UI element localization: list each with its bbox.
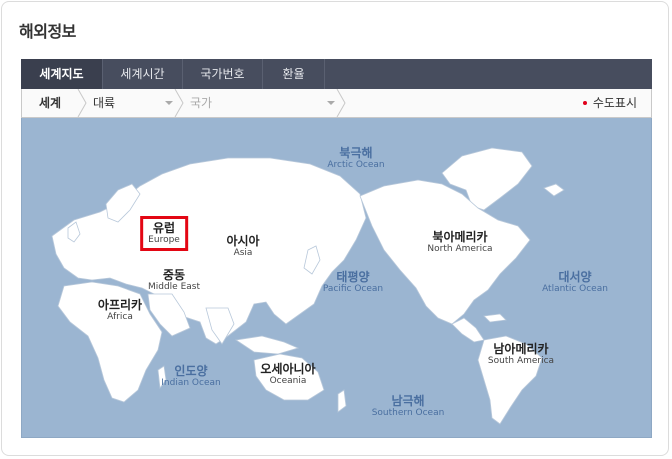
continent-africa-label: 아프리카 <box>97 298 143 312</box>
capital-toggle[interactable]: 수도표시 <box>582 89 637 117</box>
caribbean-shape <box>483 313 507 323</box>
continent-asia-label: 아시아 <box>226 234 260 248</box>
continent-asia-sublabel: Asia <box>233 248 253 258</box>
ocean-arctic: 북극해 Arctic Ocean <box>327 146 384 171</box>
tab-world-time[interactable]: 세계시간 <box>103 59 183 89</box>
ocean-southern-sublabel: Southern Ocean <box>371 408 445 418</box>
breadcrumb-separator-icon <box>174 89 184 117</box>
continent-north-america[interactable]: 북아메리카 North America <box>427 230 492 255</box>
capital-toggle-label: 수도표시 <box>592 96 637 110</box>
ocean-indian: 인도양 Indian Ocean <box>161 364 220 389</box>
continent-south-america-label: 남아메리카 <box>493 342 549 356</box>
breadcrumb-separator-icon <box>336 89 346 117</box>
continent-north-america-sublabel: North America <box>427 244 493 254</box>
continent-asia[interactable]: 아시아 Asia <box>226 234 259 259</box>
continent-africa-sublabel: Africa <box>107 312 133 322</box>
iceland-shape <box>543 183 565 197</box>
chevron-down-icon <box>327 101 335 105</box>
ocean-arctic-label: 북극해 <box>339 146 373 160</box>
continent-middle-east-sublabel: Middle East <box>147 282 201 292</box>
breadcrumb-separator-icon <box>77 89 87 117</box>
ocean-atlantic-sublabel: Atlantic Ocean <box>542 284 608 294</box>
continent-north-america-label: 북아메리카 <box>432 230 488 244</box>
ocean-pacific-sublabel: Pacific Ocean <box>322 284 384 294</box>
ocean-indian-label: 인도양 <box>174 364 208 378</box>
tab-exchange-rate[interactable]: 환율 <box>263 59 325 89</box>
red-dot-icon <box>582 100 587 105</box>
tab-world-map[interactable]: 세계지도 <box>21 59 103 89</box>
breadcrumb: 세계 대륙 국가 수도표시 <box>21 89 652 118</box>
country-select[interactable]: 국가 <box>190 89 212 117</box>
page-title: 해외정보 <box>19 22 76 41</box>
continent-oceania-sublabel: Oceania <box>269 376 307 386</box>
chevron-down-icon <box>165 101 173 105</box>
continent-oceania[interactable]: 오세아니아 Oceania <box>260 362 315 387</box>
continent-middle-east[interactable]: 중동 Middle East <box>148 268 200 293</box>
ocean-southern-label: 남극해 <box>391 394 425 408</box>
central-america-shape <box>451 317 485 343</box>
ocean-pacific: 태평양 Pacific Ocean <box>323 270 383 295</box>
tab-bar: 세계지도 세계시간 국가번호 환율 <box>21 59 652 89</box>
new-zealand-shape <box>337 389 347 413</box>
ocean-pacific-label: 태평양 <box>336 270 370 284</box>
continent-south-america-sublabel: South America <box>487 356 555 366</box>
indonesia-shape <box>234 335 300 355</box>
continent-europe-label: 유럽 <box>152 221 176 235</box>
ocean-atlantic: 대서양 Atlantic Ocean <box>542 270 608 295</box>
tab-country-code[interactable]: 국가번호 <box>183 59 263 89</box>
ocean-indian-sublabel: Indian Ocean <box>161 378 221 388</box>
ocean-atlantic-label: 대서양 <box>558 270 592 284</box>
continent-africa[interactable]: 아프리카 Africa <box>98 298 142 323</box>
ocean-southern: 남극해 Southern Ocean <box>372 394 445 419</box>
continent-select[interactable]: 대륙 <box>93 89 115 117</box>
continent-south-america[interactable]: 남아메리카 South America <box>488 342 554 367</box>
continent-europe-sublabel: Europe <box>148 235 180 245</box>
world-map: 유럽 Europe 아시아 Asia 중동 Middle East 아프리카 A… <box>21 118 652 438</box>
continent-europe[interactable]: 유럽 Europe <box>140 216 188 251</box>
continent-middle-east-label: 중동 <box>162 268 186 282</box>
ocean-arctic-sublabel: Arctic Ocean <box>327 160 385 170</box>
continent-oceania-label: 오세아니아 <box>260 362 316 376</box>
breadcrumb-world[interactable]: 세계 <box>39 89 61 117</box>
